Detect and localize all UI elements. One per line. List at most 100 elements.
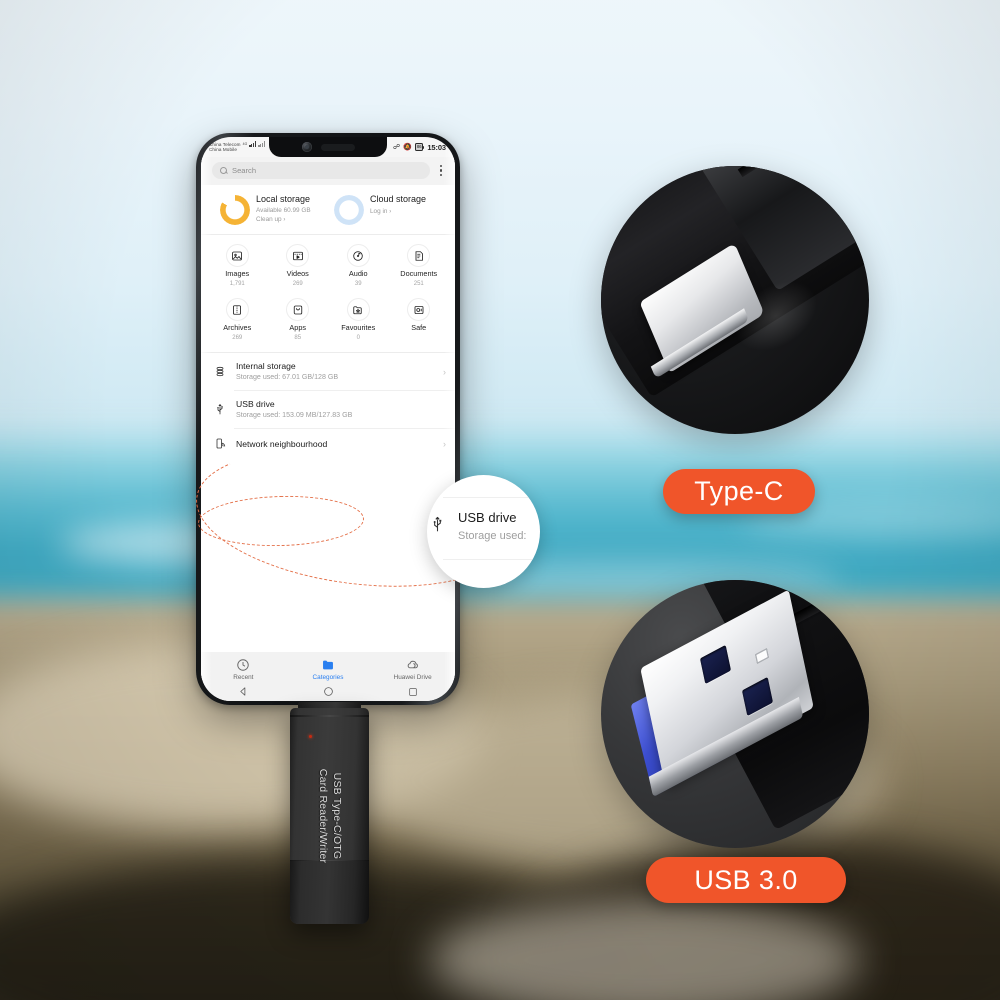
local-storage-cleanup-link[interactable]: Clean up › xyxy=(256,216,311,224)
list-item-subtitle: Storage used: 67.01 GB/128 GB xyxy=(236,373,339,381)
cloud-drive-icon xyxy=(407,660,418,669)
usb-drive-zoom-callout: USB drive Storage used: xyxy=(427,475,540,588)
divider xyxy=(443,559,540,560)
category-label: Images xyxy=(225,269,250,278)
badge-type-c: Type-C xyxy=(663,469,815,514)
local-storage-available: Available 60.99 GB xyxy=(256,207,311,214)
smartphone-mockup: China Telecom 4G China Mobile ☍ 🔕 86 15:… xyxy=(196,133,460,705)
category-label: Apps xyxy=(289,323,307,332)
search-placeholder: Search xyxy=(232,166,257,175)
list-item-network-neighbourhood[interactable]: Network neighbourhood › xyxy=(201,429,455,458)
chevron-right-icon: › xyxy=(283,217,286,223)
ringer-off-icon: 🔕 xyxy=(403,143,412,151)
categories-grid: Images 1,791 Videos 269 Audio 39 Documen… xyxy=(207,244,449,342)
search-input[interactable]: Search xyxy=(212,162,430,179)
category-audio[interactable]: Audio 39 xyxy=(328,244,389,288)
category-count: 0 xyxy=(356,335,360,341)
home-circle-icon[interactable] xyxy=(323,684,334,702)
list-item-internal-storage[interactable]: Internal storage Storage used: 67.01 GB/… xyxy=(201,353,455,390)
battery-cap xyxy=(423,145,425,149)
carrier-2-label: China Mobile xyxy=(209,147,238,153)
cloud-storage-login-link[interactable]: Log in › xyxy=(370,208,426,216)
category-count: 251 xyxy=(413,281,424,287)
status-bar: China Telecom 4G China Mobile ☍ 🔕 86 15:… xyxy=(201,137,455,157)
favourites-star-folder-icon xyxy=(346,298,370,321)
callout-subtitle: Storage used: xyxy=(458,530,527,542)
kebab-menu-icon[interactable] xyxy=(436,163,446,178)
nav-huawei-drive[interactable]: Huawei Drive xyxy=(371,658,455,681)
badge-label: Type-C xyxy=(694,476,784,506)
archive-zip-icon xyxy=(225,298,249,321)
usb-a-product-photo xyxy=(601,580,869,848)
back-triangle-icon[interactable] xyxy=(238,684,249,702)
nav-label: Huawei Drive xyxy=(393,674,432,681)
callout-title: USB drive xyxy=(458,510,517,525)
local-storage-ring xyxy=(220,195,250,225)
cloud-storage-title: Cloud storage xyxy=(370,194,427,204)
nav-label: Recent xyxy=(233,674,254,681)
category-count: 269 xyxy=(232,335,243,341)
list-item-usb-drive[interactable]: USB drive Storage used: 153.09 MB/127.83… xyxy=(201,391,455,428)
dongle-label-line-2: Card Reader/Writer xyxy=(317,768,330,864)
image-icon xyxy=(225,244,249,267)
badge-label: USB 3.0 xyxy=(694,864,798,895)
dongle-label-line-1: USB Type-C/OTG xyxy=(331,772,343,860)
phone-screen: China Telecom 4G China Mobile ☍ 🔕 86 15:… xyxy=(201,137,455,701)
category-label: Documents xyxy=(400,269,438,278)
category-label: Videos xyxy=(286,269,309,278)
chevron-right-icon: › xyxy=(443,366,446,377)
storage-list: Internal storage Storage used: 67.01 GB/… xyxy=(201,353,455,652)
category-count: 1,791 xyxy=(229,281,245,287)
usb-icon xyxy=(213,403,227,416)
recents-square-icon[interactable] xyxy=(408,684,418,702)
category-favourites[interactable]: Favourites 0 xyxy=(328,298,389,342)
network-neighbourhood-icon xyxy=(213,437,227,450)
category-count: 85 xyxy=(294,335,302,341)
carrier-1-network: 4G xyxy=(242,141,248,146)
carrier-info: China Telecom 4G China Mobile xyxy=(209,141,265,152)
category-safe[interactable]: Safe xyxy=(389,298,450,342)
clock-icon xyxy=(237,659,250,671)
dongle-label: USB Type-C/OTG Card Reader/Writer xyxy=(290,708,369,924)
battery-icon: 86 xyxy=(414,143,424,151)
usb-icon xyxy=(429,515,446,539)
category-count: 39 xyxy=(354,281,362,287)
bluetooth-icon: ☍ xyxy=(393,143,401,151)
category-apps[interactable]: Apps 85 xyxy=(268,298,329,342)
bottom-navigation: Recent Categories Huawei Drive xyxy=(201,652,455,684)
status-icons: ☍ 🔕 86 15:03 xyxy=(393,143,446,152)
video-icon xyxy=(286,244,310,267)
nav-label: Categories xyxy=(312,674,344,681)
storage-summary-card: Local storage Available 60.99 GB Clean u… xyxy=(201,185,455,234)
category-label: Audio xyxy=(348,269,368,278)
nav-categories[interactable]: Categories xyxy=(286,658,370,681)
category-label: Safe xyxy=(411,323,427,332)
chevron-right-icon: › xyxy=(443,438,446,449)
signal-bars-icon xyxy=(249,141,256,148)
categories-card: Images 1,791 Videos 269 Audio 39 Documen… xyxy=(201,235,455,352)
category-label: Archives xyxy=(223,323,252,332)
category-archives[interactable]: Archives 269 xyxy=(207,298,268,342)
usb-card-reader-dongle: USB Type-C/OTG Card Reader/Writer xyxy=(290,702,369,924)
audio-disc-icon xyxy=(346,244,370,267)
nav-recent[interactable]: Recent xyxy=(201,658,285,681)
cloud-storage-ring xyxy=(334,195,364,225)
category-images[interactable]: Images 1,791 xyxy=(207,244,268,288)
category-label: Favourites xyxy=(341,323,376,332)
file-manager-app: Search Local storage Available 60.99 GB … xyxy=(201,157,455,701)
cloud-storage-item[interactable]: Cloud storage Log in › xyxy=(328,193,451,225)
category-documents[interactable]: Documents 251 xyxy=(389,244,450,288)
list-item-title: USB drive xyxy=(236,399,275,409)
search-icon xyxy=(220,167,227,174)
safe-vault-icon xyxy=(407,298,431,321)
local-storage-item[interactable]: Local storage Available 60.99 GB Clean u… xyxy=(205,193,328,225)
document-icon xyxy=(407,244,431,267)
category-videos[interactable]: Videos 269 xyxy=(268,244,329,288)
local-storage-title: Local storage xyxy=(256,194,311,204)
system-navigation-bar xyxy=(201,684,455,701)
status-clock: 15:03 xyxy=(427,142,446,152)
type-c-product-photo xyxy=(601,166,869,434)
badge-usb-3: USB 3.0 xyxy=(646,857,846,903)
signal-bars-2-icon xyxy=(258,141,265,148)
category-count: 269 xyxy=(292,281,303,287)
